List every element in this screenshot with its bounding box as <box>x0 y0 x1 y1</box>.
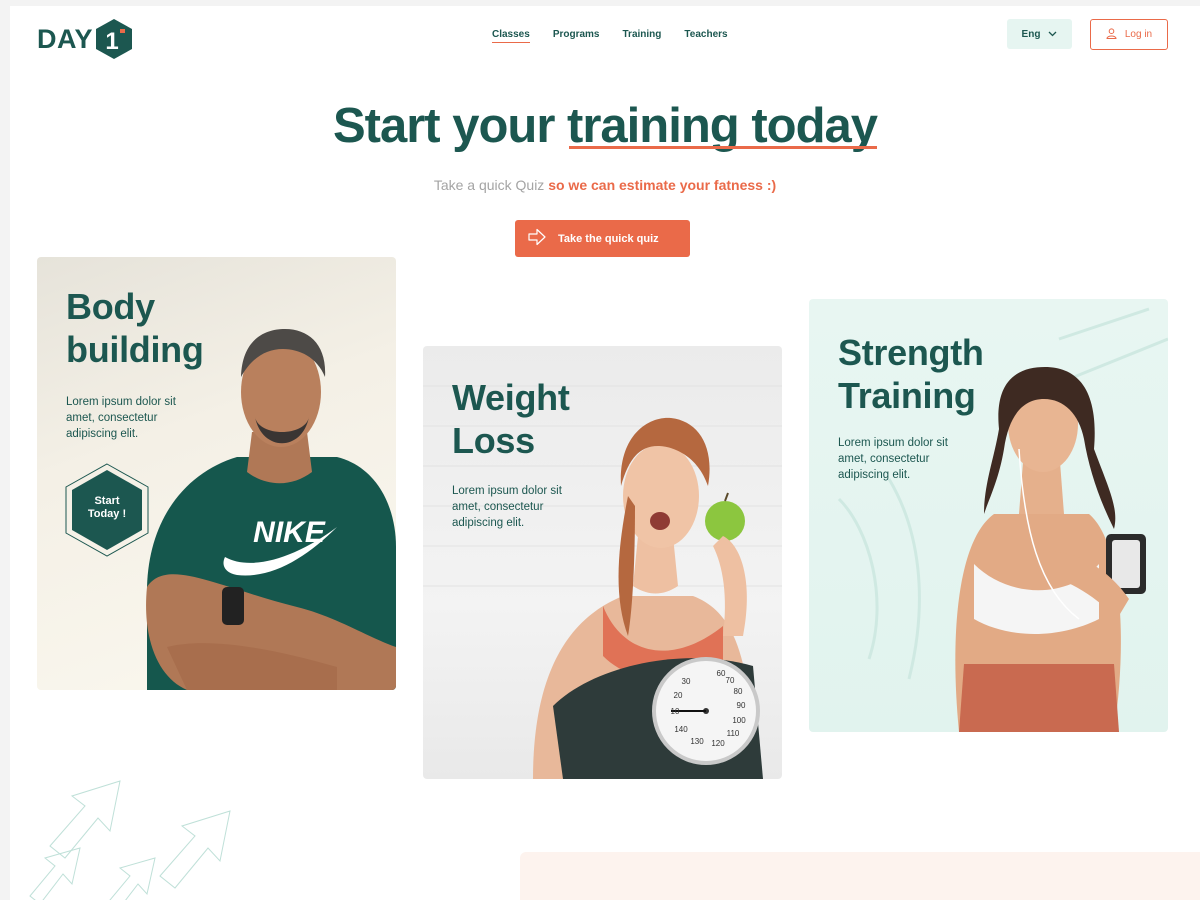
scale-number: 20 <box>674 691 683 700</box>
scale-number: 30 <box>682 677 691 686</box>
page: DAY 1 Classes Programs Training Teachers… <box>10 6 1200 900</box>
scale-number: 90 <box>737 701 746 710</box>
scale-number: 140 <box>674 725 688 734</box>
shirt-logo-text: NIKE <box>253 516 326 549</box>
scale-number: 10 <box>671 707 680 716</box>
logo-hex-icon: 1 <box>96 19 133 59</box>
start-today-line1: Start <box>94 495 120 507</box>
hero-subtitle-accent: so we can estimate your fatness :) <box>548 177 777 193</box>
scale-number: 130 <box>690 737 704 746</box>
card-body-building-title-line1: Body <box>66 286 155 327</box>
scale-number: 70 <box>726 676 735 685</box>
arrow-right-outline-icon <box>528 228 546 249</box>
start-today-label: Start Today ! <box>65 495 149 521</box>
quick-quiz-button[interactable]: Take the quick quiz <box>515 220 690 257</box>
hero-subtitle-plain: Take a quick Quiz <box>433 177 549 193</box>
card-body-building[interactable]: NIKE Body building Lorem ipsum dolor sit… <box>37 257 396 690</box>
login-label: Log in <box>1124 29 1153 40</box>
scale-number: 100 <box>732 716 746 725</box>
card-weight-loss-title-line1: Weight <box>452 377 570 418</box>
scale-number: 80 <box>734 687 743 696</box>
scale-number: 110 <box>727 729 740 738</box>
nav-training[interactable]: Training <box>623 29 662 43</box>
nav-classes[interactable]: Classes <box>492 29 530 43</box>
card-strength-training-title-line2: Training <box>838 375 976 416</box>
logo-badge-text: 1 <box>105 28 118 55</box>
start-today-button[interactable]: Start Today ! <box>65 463 149 557</box>
nav-teachers[interactable]: Teachers <box>684 29 727 43</box>
bottom-section-panel <box>520 852 1200 900</box>
quick-quiz-label: Take the quick quiz <box>558 232 659 245</box>
nav-programs[interactable]: Programs <box>553 29 600 43</box>
card-body-building-title: Body building <box>66 285 204 371</box>
card-body-building-description: Lorem ipsum dolor sit amet, consectetur … <box>66 396 176 440</box>
user-icon <box>1106 27 1117 42</box>
login-button[interactable]: Log in <box>1090 19 1168 50</box>
card-body-building-title-line2: building <box>66 329 204 370</box>
start-today-line2: Today ! <box>87 508 127 520</box>
hero-title-highlight: training today <box>567 99 878 153</box>
hero-title-start: Start your <box>332 99 568 153</box>
chevron-down-icon <box>1048 29 1057 40</box>
logo[interactable]: DAY 1 <box>37 19 133 59</box>
card-strength-training[interactable]: Strength Training Lorem ipsum dolor sit … <box>809 299 1168 732</box>
card-strength-training-description: Lorem ipsum dolor sit amet, consectetur … <box>838 437 948 481</box>
card-strength-training-title-line1: Strength <box>838 332 984 373</box>
scale-number: 120 <box>711 739 725 748</box>
card-strength-training-title: Strength Training <box>838 331 984 417</box>
card-weight-loss-title: Weight Loss <box>452 376 570 462</box>
decorative-arrows-icon <box>29 780 231 900</box>
language-value: Eng <box>1021 28 1041 40</box>
hero-subtitle: Take a quick Quiz so we can estimate you… <box>10 177 1200 193</box>
language-select[interactable]: Eng <box>1007 19 1072 49</box>
card-weight-loss-title-line2: Loss <box>452 420 535 461</box>
main-nav: Classes Programs Training Teachers <box>492 29 728 43</box>
card-weight-loss-description: Lorem ipsum dolor sit amet, consectetur … <box>452 485 562 529</box>
logo-text: DAY <box>37 23 94 54</box>
hero-title: Start your training today <box>10 98 1200 154</box>
card-weight-loss[interactable]: 10 20 30 60 70 80 90 100 110 120 130 140… <box>423 346 782 779</box>
